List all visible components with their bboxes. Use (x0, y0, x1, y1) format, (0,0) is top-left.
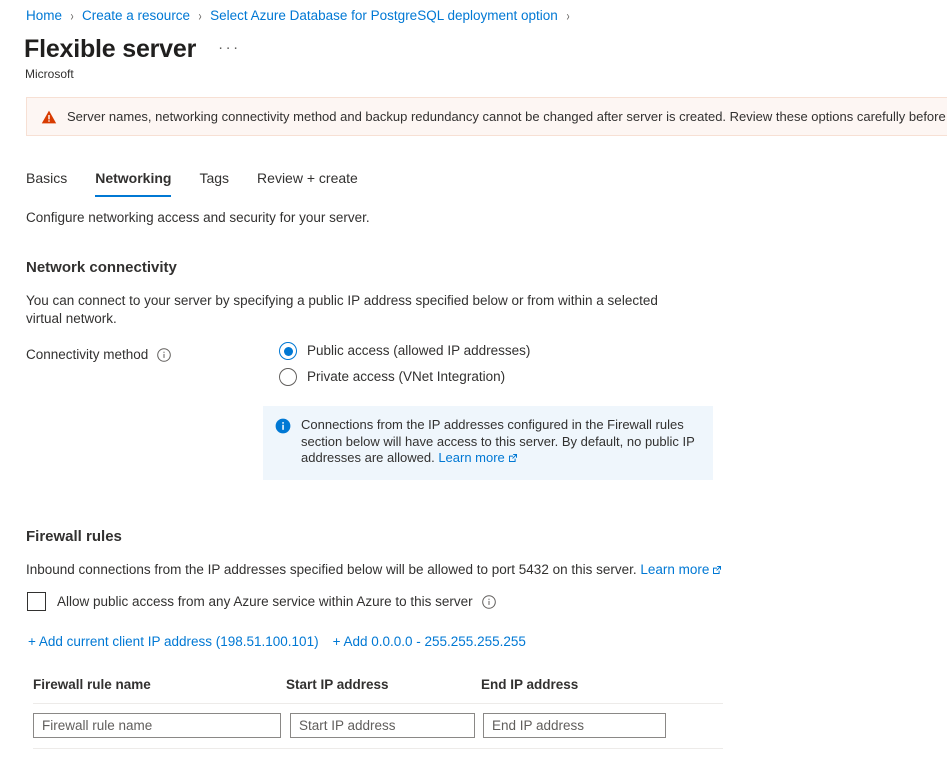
add-all-ips-link[interactable]: + Add 0.0.0.0 - 255.255.255.255 (333, 633, 526, 651)
info-box-text: Connections from the IP addresses config… (301, 417, 701, 467)
add-ip-links-row: + Add current client IP address (198.51.… (28, 633, 526, 651)
breadcrumb-separator-icon: › (198, 7, 202, 25)
networking-intro-text: Configure networking access and security… (26, 210, 370, 225)
firewall-rules-description-text: Inbound connections from the IP addresse… (26, 562, 641, 577)
more-options-icon[interactable]: ··· (214, 37, 245, 58)
column-header-rule-name: Firewall rule name (33, 677, 151, 692)
breadcrumb: Home › Create a resource › Select Azure … (26, 7, 578, 25)
public-access-info-box: Connections from the IP addresses config… (263, 406, 713, 480)
info-circle-icon[interactable] (481, 594, 496, 609)
tab-bar: Basics Networking Tags Review + create (26, 167, 386, 197)
flexible-server-create-page: Home › Create a resource › Select Azure … (0, 0, 947, 766)
table-row (33, 703, 723, 749)
connectivity-method-label-row: Connectivity method (26, 346, 172, 364)
firewall-rules-table: Firewall rule name Start IP address End … (33, 676, 723, 749)
tab-tags[interactable]: Tags (199, 167, 229, 197)
allow-azure-services-label: Allow public access from any Azure servi… (57, 593, 473, 609)
title-row: Flexible server ··· (24, 33, 245, 65)
network-connectivity-description: You can connect to your server by specif… (26, 293, 658, 326)
column-header-end-ip: End IP address (481, 677, 579, 692)
page-subtitle: Microsoft (25, 67, 74, 81)
breadcrumb-item-home[interactable]: Home (26, 7, 62, 25)
column-header-start-ip: Start IP address (286, 677, 389, 692)
breadcrumb-separator-icon: › (70, 7, 74, 25)
end-ip-address-input[interactable] (483, 713, 666, 738)
tab-networking[interactable]: Networking (95, 167, 172, 197)
info-circle-icon[interactable] (157, 348, 172, 362)
info-circle-filled-icon (275, 418, 291, 434)
breadcrumb-separator-icon: › (566, 7, 570, 25)
tab-basics[interactable]: Basics (26, 167, 67, 197)
tab-review-create[interactable]: Review + create (257, 167, 358, 197)
network-connectivity-heading: Network connectivity (26, 259, 177, 276)
connectivity-method-radio-group: Public access (allowed IP addresses) Pri… (279, 342, 530, 394)
allow-azure-services-checkbox-row[interactable]: Allow public access from any Azure servi… (27, 592, 496, 611)
radio-label-private-access: Private access (VNet Integration) (307, 369, 506, 384)
table-header-row: Firewall rule name Start IP address End … (33, 676, 723, 703)
firewall-rules-description: Inbound connections from the IP addresse… (26, 561, 722, 579)
info-box-learn-more-link[interactable]: Learn more (438, 450, 504, 465)
warning-banner: Server names, networking connectivity me… (26, 97, 947, 136)
add-current-client-ip-link[interactable]: + Add current client IP address (198.51.… (28, 633, 319, 651)
breadcrumb-item-create-a-resource[interactable]: Create a resource (82, 7, 190, 25)
external-link-icon[interactable] (508, 451, 518, 462)
radio-button-selected-icon[interactable] (279, 342, 297, 360)
radio-option-public-access[interactable]: Public access (allowed IP addresses) (279, 342, 530, 360)
warning-triangle-icon (41, 109, 57, 125)
allow-azure-services-checkbox[interactable] (27, 592, 46, 611)
radio-label-public-access: Public access (allowed IP addresses) (307, 343, 531, 358)
external-link-icon[interactable] (712, 562, 722, 574)
breadcrumb-item-select-deployment-option[interactable]: Select Azure Database for PostgreSQL dep… (210, 7, 558, 25)
radio-button-unselected-icon[interactable] (279, 368, 297, 386)
radio-option-private-access[interactable]: Private access (VNet Integration) (279, 368, 530, 386)
page-title: Flexible server (24, 35, 197, 63)
start-ip-address-input[interactable] (290, 713, 475, 738)
firewall-learn-more-link[interactable]: Learn more (640, 562, 709, 577)
firewall-rules-heading: Firewall rules (26, 528, 122, 545)
warning-banner-text: Server names, networking connectivity me… (67, 109, 947, 124)
firewall-rule-name-input[interactable] (33, 713, 281, 738)
connectivity-method-label: Connectivity method (26, 347, 149, 362)
